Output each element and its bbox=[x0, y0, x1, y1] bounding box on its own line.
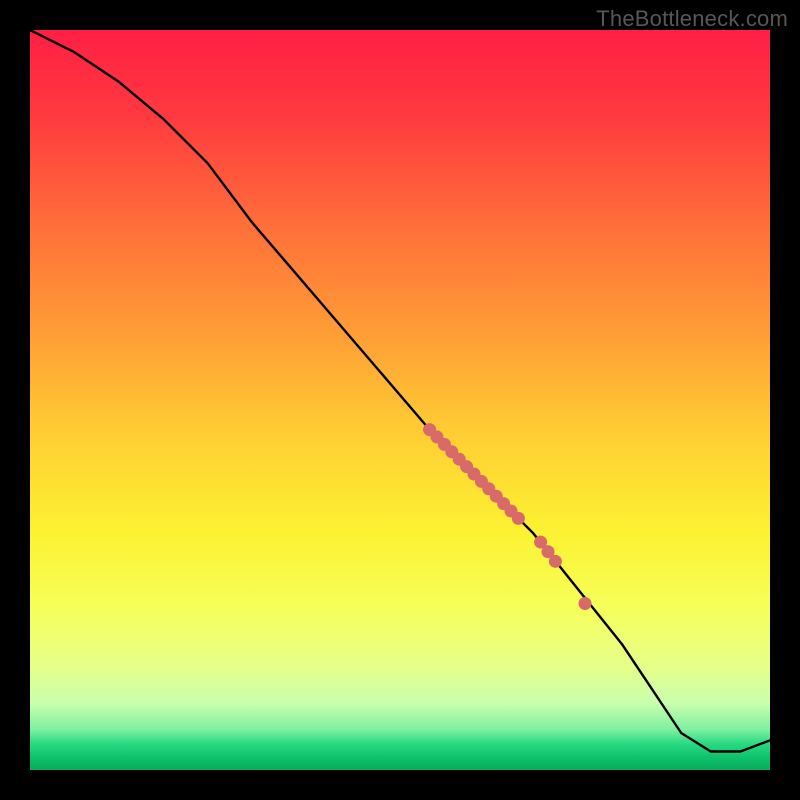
watermark-text: TheBottleneck.com bbox=[596, 6, 788, 32]
data-point bbox=[549, 555, 562, 568]
chart-plot bbox=[30, 30, 770, 770]
data-point bbox=[579, 597, 592, 610]
data-point bbox=[512, 512, 525, 525]
gradient-background bbox=[30, 30, 770, 770]
chart-frame: TheBottleneck.com bbox=[0, 0, 800, 800]
